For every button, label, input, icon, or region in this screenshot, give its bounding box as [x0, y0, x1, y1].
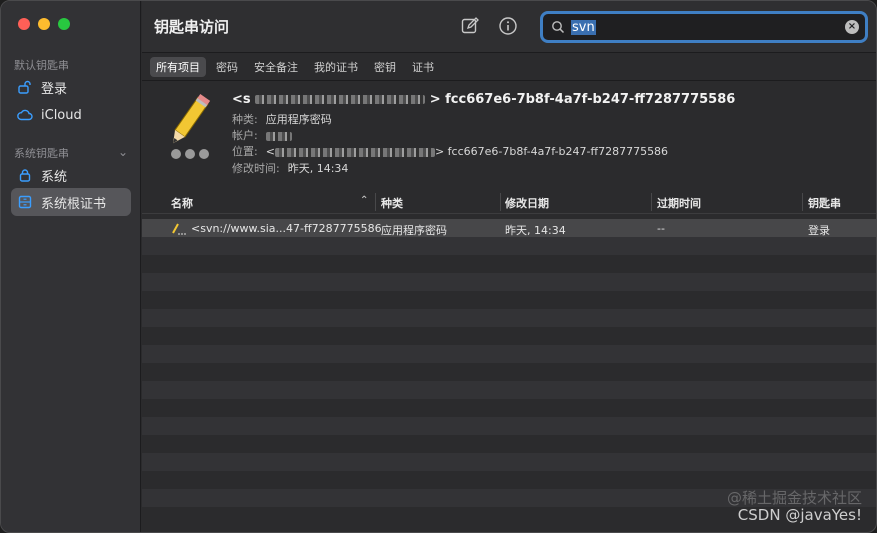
sidebar-item-label: iCloud	[41, 107, 82, 123]
item-name: <s > fcc667e6-7b8f-4a7f-b247-ff728777558…	[232, 92, 736, 107]
search-input[interactable]: svn	[571, 19, 596, 35]
tab-secure-notes[interactable]: 安全备注	[248, 57, 304, 77]
column-header-modified[interactable]: 修改日期	[505, 195, 549, 211]
sidebar-item-system[interactable]: 系统	[11, 161, 131, 189]
compose-icon	[461, 17, 479, 34]
empty-row	[142, 399, 876, 417]
empty-row	[142, 381, 876, 399]
sidebar-section-system: 系统钥匙串	[14, 147, 69, 160]
window-title: 钥匙串访问	[154, 18, 230, 36]
window-controls	[18, 18, 70, 30]
password-pencil-icon	[170, 221, 186, 235]
category-tabs: 所有项目 密码 安全备注 我的证书 密钥 证书	[142, 53, 876, 81]
column-divider[interactable]	[500, 193, 501, 211]
tab-certificates[interactable]: 证书	[406, 57, 440, 77]
tab-my-certificates[interactable]: 我的证书	[308, 57, 364, 77]
lock-open-icon	[17, 79, 33, 95]
column-divider[interactable]	[375, 193, 376, 211]
empty-row	[142, 417, 876, 435]
item-location: 位置: < > fcc667e6-7b8f-4a7f-b247-ff72877755…	[232, 145, 669, 158]
sidebar-item-label: 系统	[41, 169, 68, 185]
column-header-kind[interactable]: 种类	[381, 195, 403, 211]
sidebar: 默认钥匙串 登录 iCloud 系统钥匙串 ⌄ 系统 系统根证书	[1, 1, 141, 532]
chevron-down-icon[interactable]: ⌄	[118, 145, 128, 159]
cell-name: <svn://www.sia...47-ff7287775586	[191, 222, 382, 235]
lock-icon	[17, 167, 33, 183]
items-table: <svn://www.sia...47-ff7287775586 应用程序密码 …	[142, 215, 876, 532]
sidebar-item-system-roots[interactable]: 系统根证书	[11, 188, 131, 216]
empty-row	[142, 471, 876, 489]
table-row[interactable]: <svn://www.sia...47-ff7287775586 应用程序密码 …	[142, 219, 876, 237]
watermark-line-1: @稀土掘金技术社区	[726, 489, 862, 507]
sidebar-item-label: 登录	[41, 81, 68, 97]
cell-keychain: 登录	[808, 224, 830, 237]
empty-row	[142, 327, 876, 345]
empty-row	[142, 453, 876, 471]
sidebar-section-default: 默认钥匙串	[14, 59, 69, 72]
item-account: 帐户:	[232, 127, 292, 143]
empty-row	[142, 435, 876, 453]
zoom-window-button[interactable]	[58, 18, 70, 30]
search-field[interactable]: svn ×	[540, 11, 868, 43]
column-header-name[interactable]: 名称	[171, 195, 193, 211]
watermark-line-2: CSDN @javaYes!	[737, 506, 862, 524]
column-header-expires[interactable]: 过期时间	[657, 195, 701, 211]
tab-passwords[interactable]: 密码	[210, 57, 244, 77]
cell-kind: 应用程序密码	[381, 224, 447, 237]
item-kind: 种类: 应用程序密码	[232, 113, 332, 126]
tab-keys[interactable]: 密钥	[368, 57, 402, 77]
column-divider[interactable]	[651, 193, 652, 211]
sidebar-item-icloud[interactable]: iCloud	[11, 101, 131, 129]
watermark: @稀土掘金技术社区 CSDN @javaYes!	[727, 490, 862, 524]
toolbar: 钥匙串访问 svn ×	[142, 1, 876, 53]
cabinet-icon	[17, 194, 33, 210]
info-button[interactable]	[498, 16, 520, 38]
cell-modified: 昨天, 14:34	[505, 224, 566, 237]
empty-row	[142, 255, 876, 273]
item-detail: <s > fcc667e6-7b8f-4a7f-b247-ff728777558…	[142, 82, 876, 186]
search-icon	[552, 21, 565, 34]
password-pencil-icon	[158, 92, 218, 162]
cloud-icon	[17, 107, 33, 123]
sidebar-item-label: 系统根证书	[41, 196, 107, 212]
empty-row	[142, 309, 876, 327]
empty-row	[142, 237, 876, 255]
redacted-text	[265, 131, 292, 141]
item-modified: 修改时间: 昨天, 14:34	[232, 162, 349, 175]
redacted-text	[255, 95, 426, 104]
cell-expires: --	[657, 222, 665, 235]
main-panel: 钥匙串访问 svn × 所有项目 密码 安全备注 我的证书 密钥 证书 <s >…	[142, 1, 876, 532]
empty-row	[142, 273, 876, 291]
column-header-keychain[interactable]: 钥匙串	[808, 195, 841, 211]
new-item-button[interactable]	[460, 16, 482, 38]
close-window-button[interactable]	[18, 18, 30, 30]
column-divider[interactable]	[802, 193, 803, 211]
empty-row	[142, 345, 876, 363]
redacted-text	[274, 147, 435, 157]
info-icon	[499, 17, 517, 35]
table-header: 名称 ⌃ 种类 修改日期 过期时间 钥匙串	[142, 190, 876, 214]
empty-row	[142, 363, 876, 381]
keychain-window: 默认钥匙串 登录 iCloud 系统钥匙串 ⌄ 系统 系统根证书 钥匙串访问 s…	[0, 0, 877, 533]
minimize-window-button[interactable]	[38, 18, 50, 30]
tab-all-items[interactable]: 所有项目	[150, 56, 206, 77]
sidebar-item-login[interactable]: 登录	[11, 73, 131, 101]
sort-ascending-icon[interactable]: ⌃	[360, 195, 368, 206]
clear-search-icon[interactable]: ×	[845, 20, 859, 34]
empty-row	[142, 291, 876, 309]
